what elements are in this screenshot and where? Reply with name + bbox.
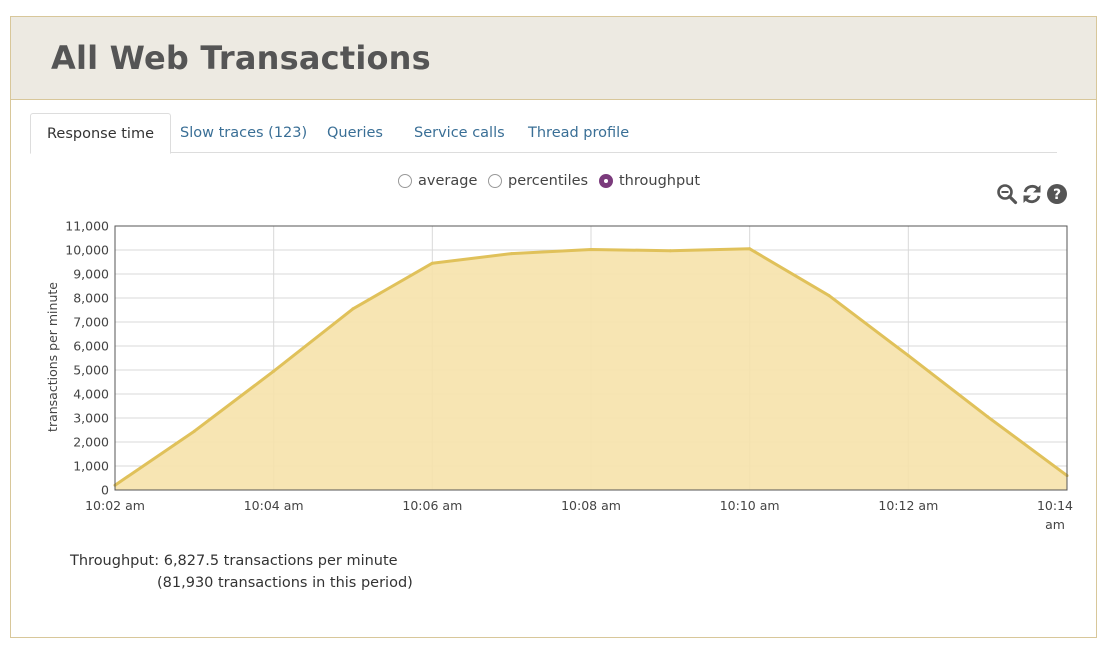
tab-response-time[interactable]: Response time bbox=[30, 113, 172, 154]
data-point bbox=[192, 429, 196, 433]
data-point bbox=[510, 252, 514, 256]
data-point bbox=[272, 369, 276, 373]
x-tick-label: 10:12 am bbox=[878, 498, 938, 513]
y-tick-label: 9,000 bbox=[73, 267, 109, 282]
zoom-out-icon[interactable] bbox=[996, 183, 1018, 205]
summary-line-2: (81,930 transactions in this period) bbox=[157, 575, 413, 591]
x-tick-label: 10:08 am bbox=[561, 498, 621, 513]
x-tick-label: 10:14 bbox=[1037, 498, 1073, 513]
y-tick-label: 11,000 bbox=[65, 219, 109, 234]
data-point bbox=[986, 415, 990, 419]
throughput-summary: Throughput: 6,827.5 transactions per min… bbox=[70, 550, 413, 594]
y-tick-label: 8,000 bbox=[73, 291, 109, 306]
y-axis: 0 1,000 2,000 3,000 4,000 5,000 6,000 7,000 8,00… bbox=[65, 219, 109, 498]
radio-average[interactable]: average bbox=[398, 171, 477, 191]
y-tick-label: 5,000 bbox=[73, 363, 109, 378]
radio-percentiles-circle[interactable] bbox=[488, 174, 502, 188]
radio-average-circle[interactable] bbox=[398, 174, 412, 188]
data-point bbox=[668, 249, 672, 253]
y-tick-label: 3,000 bbox=[73, 411, 109, 426]
tab-service-calls[interactable]: Service calls bbox=[414, 113, 505, 153]
data-point bbox=[906, 354, 910, 358]
radio-percentiles-label: percentiles bbox=[508, 173, 589, 189]
x-tick-label-suffix: am bbox=[1045, 517, 1065, 532]
tab-queries[interactable]: Queries bbox=[327, 113, 383, 153]
y-tick-label: 4,000 bbox=[73, 387, 109, 402]
panel-header: All Web Transactions bbox=[11, 17, 1096, 100]
x-tick-label: 10:04 am bbox=[244, 498, 304, 513]
radio-throughput-circle[interactable] bbox=[599, 174, 613, 188]
data-point bbox=[430, 261, 434, 265]
y-axis-label: transactions per minute bbox=[45, 282, 60, 432]
tab-thread-profile[interactable]: Thread profile bbox=[528, 113, 629, 153]
y-tick-label: 6,000 bbox=[73, 339, 109, 354]
radio-percentiles[interactable]: percentiles bbox=[488, 171, 588, 191]
radio-average-label: average bbox=[418, 173, 478, 189]
x-axis: 10:02 am 10:04 am 10:06 am 10:08 am 10:10 am… bbox=[85, 498, 1073, 532]
y-tick-label: 10,000 bbox=[65, 243, 109, 258]
summary-line-1: Throughput: 6,827.5 transactions per min… bbox=[70, 553, 398, 569]
data-point bbox=[351, 307, 355, 311]
x-tick-label: 10:10 am bbox=[720, 498, 780, 513]
y-tick-label: 2,000 bbox=[73, 435, 109, 450]
svg-text:?: ? bbox=[1053, 187, 1061, 203]
x-tick-label: 10:06 am bbox=[402, 498, 462, 513]
x-tick-label: 10:02 am bbox=[85, 498, 145, 513]
tab-slow-traces[interactable]: Slow traces (123) bbox=[180, 113, 307, 153]
help-icon[interactable]: ? bbox=[1046, 183, 1068, 205]
data-point bbox=[748, 247, 752, 251]
y-tick-label: 7,000 bbox=[73, 315, 109, 330]
tab-bar: Response time Slow traces (123) Queries … bbox=[30, 113, 1057, 154]
data-point bbox=[589, 248, 593, 252]
radio-throughput[interactable]: throughput bbox=[599, 171, 700, 191]
page-title: All Web Transactions bbox=[51, 39, 431, 77]
data-point bbox=[827, 294, 831, 298]
throughput-chart: 0 1,000 2,000 3,000 4,000 5,000 6,000 7,000 8,00… bbox=[45, 219, 1073, 533]
y-tick-label: 0 bbox=[101, 483, 109, 498]
refresh-icon[interactable] bbox=[1021, 183, 1043, 205]
y-tick-label: 1,000 bbox=[73, 459, 109, 474]
radio-throughput-label: throughput bbox=[619, 173, 701, 189]
